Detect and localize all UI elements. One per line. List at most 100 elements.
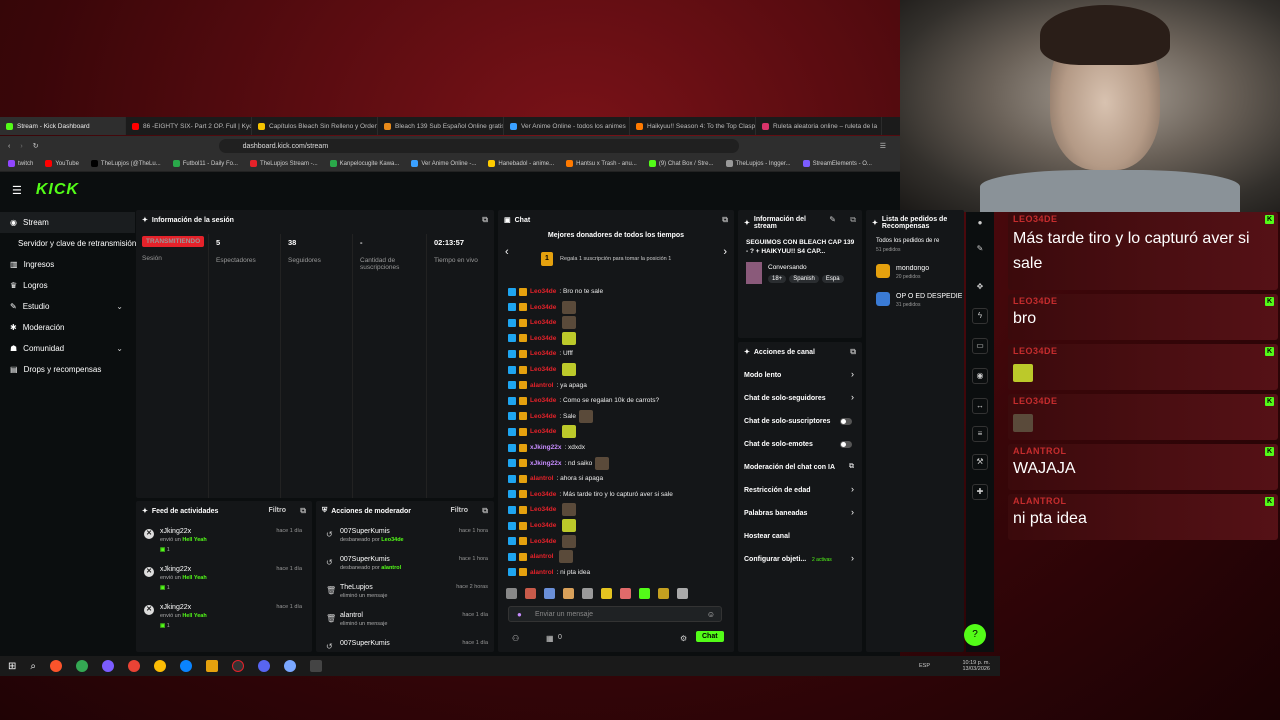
chrome-icon[interactable] — [154, 660, 166, 672]
gift-icon[interactable]: ▦ — [546, 634, 554, 643]
chat-message[interactable]: Leo34de — [508, 331, 577, 346]
tool-icon[interactable]: ⚒ — [972, 454, 988, 470]
terminal-icon[interactable] — [310, 660, 322, 672]
kick-logo[interactable]: KICK — [36, 181, 79, 199]
chat-username[interactable]: Leo34de — [530, 413, 556, 420]
chevron-down-icon[interactable]: ⌄ — [116, 302, 123, 311]
chat-username[interactable]: Leo34de — [530, 335, 556, 342]
emote-picker-icon[interactable] — [582, 587, 593, 599]
browser-tab[interactable]: Ver Anime Online - todos los animes — [504, 117, 630, 135]
chat-message[interactable]: Leo34de — [508, 362, 577, 377]
menu-icon[interactable]: ☰ — [12, 184, 22, 197]
chat-message[interactable]: Leo34de — [508, 424, 577, 439]
sidebar-item[interactable]: ▤ Drops y recompensas — [0, 359, 135, 380]
bookmark-item[interactable]: Futbol11 - Daily Fo... — [172, 160, 238, 167]
chat-message[interactable]: Leo34de — [508, 300, 577, 315]
emote-picker-icon[interactable] — [601, 587, 612, 599]
channel-action-label[interactable]: Moderación del chat con IA — [744, 464, 835, 471]
chat-username[interactable]: xJking22x — [530, 460, 561, 467]
popout-icon[interactable]: ⧉ — [482, 506, 488, 516]
browser-tab[interactable]: Stream - Kick Dashboard — [0, 117, 126, 135]
chat-send-button[interactable]: Chat — [696, 631, 724, 642]
mic-icon[interactable]: ● — [517, 610, 522, 619]
browser-tab[interactable]: Capítulos Bleach Sin Relleno y Orden — [252, 117, 378, 135]
sidebar-item[interactable]: ◉ Stream — [0, 212, 135, 233]
chat-settings-icon[interactable]: ⚙ — [680, 634, 687, 643]
sidebar-item[interactable]: ✎ Estudio ⌄ — [0, 296, 135, 317]
chat-message[interactable]: alantrol: ahora si apaga — [508, 471, 603, 486]
chat-message[interactable]: alantrol: ni pta idea — [508, 565, 590, 580]
channel-action-label[interactable]: Restricción de edad — [744, 487, 811, 494]
chat-message[interactable]: Leo34de: Bro no te sale — [508, 284, 603, 299]
chevron-right-icon[interactable]: › — [851, 507, 854, 517]
chat-username[interactable]: Leo34de — [530, 288, 556, 295]
popout-icon[interactable]: ⧉ — [482, 215, 488, 225]
stream-tag[interactable]: Espa — [821, 275, 844, 283]
discord-icon[interactable] — [258, 660, 270, 672]
browser-tab[interactable]: Bleach 139 Sub Español Online gratis — [378, 117, 504, 135]
extension-icon[interactable]: ☰ — [880, 142, 886, 150]
edit-icon[interactable]: ✎ — [829, 215, 836, 224]
browser-tab[interactable]: Haikyuu!! Season 4: To the Top Clasp — [630, 117, 756, 135]
emote-picker-icon[interactable] — [525, 587, 536, 599]
feed-filter-button[interactable]: Filtro — [269, 507, 287, 514]
bookmark-item[interactable]: (9) Chat Box / Stre... — [648, 160, 714, 167]
chat-message[interactable]: Leo34de — [508, 534, 577, 549]
channel-action-label[interactable]: Palabras baneadas — [744, 510, 807, 517]
emote-picker-icon[interactable] — [620, 587, 631, 599]
channel-action-label[interactable]: Chat de solo-emotes — [744, 441, 813, 448]
channel-action-label[interactable]: Chat de solo-suscriptores — [744, 418, 830, 425]
chat-message[interactable]: Leo34de — [508, 502, 577, 517]
emoji-icon[interactable]: ☺ — [707, 610, 715, 619]
bookmark-item[interactable]: TheLupjos (@TheLu... — [90, 160, 161, 167]
chat-username[interactable]: Leo34de — [530, 522, 556, 529]
chat-username[interactable]: Leo34de — [530, 366, 556, 373]
bookmark-item[interactable]: Hantsu x Trash - anu... — [566, 160, 637, 167]
chat-message[interactable]: Leo34de — [508, 518, 577, 533]
chat-username[interactable]: Leo34de — [530, 506, 556, 513]
chat-username[interactable]: xJking22x — [530, 444, 561, 451]
sidebar-item[interactable]: ✱ Moderación — [0, 317, 135, 338]
emote-picker-icon[interactable] — [658, 587, 669, 599]
channel-action-label[interactable]: Modo lento — [744, 372, 781, 379]
chat-message[interactable]: xJking22x: nd saiko — [508, 456, 610, 471]
toggle-switch[interactable] — [840, 418, 852, 425]
chat-message[interactable]: Leo34de — [508, 315, 577, 330]
browser-tab[interactable]: 86 -EIGHTY SIX- Part 2 OP. Full | Kyo — [126, 117, 252, 135]
chat-message[interactable]: alantrol: ya apaga — [508, 378, 587, 393]
chevron-right-icon[interactable]: › — [851, 392, 854, 402]
pen-icon[interactable]: ✎ — [972, 242, 988, 258]
app-icon[interactable] — [102, 660, 114, 672]
popout-icon[interactable]: ⧉ — [850, 347, 856, 357]
chat-username[interactable]: alantrol — [530, 475, 553, 482]
chat-input-box[interactable]: ● Enviar un mensaje ☺ — [508, 606, 722, 622]
popout-icon[interactable]: ⧉ — [850, 215, 856, 225]
sidebar-item[interactable]: ☗ Comunidad ⌄ — [0, 338, 135, 359]
chat-username[interactable]: Leo34de — [530, 350, 556, 357]
clip-icon[interactable]: ▭ — [972, 338, 988, 354]
help-icon[interactable]: ? — [964, 624, 986, 646]
chevron-right-icon[interactable]: › — [851, 484, 854, 494]
url-field[interactable]: dashboard.kick.com/stream — [218, 139, 739, 153]
lang-indicator[interactable]: ESP — [919, 663, 930, 669]
edge-icon[interactable] — [180, 660, 192, 672]
forward-icon[interactable]: › — [20, 143, 22, 150]
chat-username[interactable]: alantrol — [530, 382, 553, 389]
emote-picker-icon[interactable] — [506, 587, 517, 599]
chevron-down-icon[interactable]: ⌄ — [116, 344, 123, 353]
flash-icon[interactable]: ϟ — [972, 308, 988, 324]
emote-picker-icon[interactable] — [544, 587, 555, 599]
chrome-icon[interactable] — [76, 660, 88, 672]
reload-icon[interactable]: ↻ — [33, 142, 39, 150]
emote-picker-icon[interactable] — [563, 587, 574, 599]
bookmark-item[interactable]: twitch — [8, 160, 33, 167]
search-icon[interactable]: ⌕ — [30, 661, 36, 672]
chat-username[interactable]: Leo34de — [530, 304, 556, 311]
chat-username[interactable]: alantrol — [530, 569, 553, 576]
obs-icon[interactable] — [232, 660, 244, 672]
users-icon[interactable]: ⚇ — [512, 634, 519, 643]
stream-tag[interactable]: Spanish — [789, 275, 819, 283]
chat-message[interactable]: Leo34de: Ufff — [508, 346, 573, 361]
bookmark-item[interactable]: Ver Anime Online -... — [411, 160, 476, 167]
bookmark-item[interactable]: Hanebadol - anime... — [488, 160, 554, 167]
